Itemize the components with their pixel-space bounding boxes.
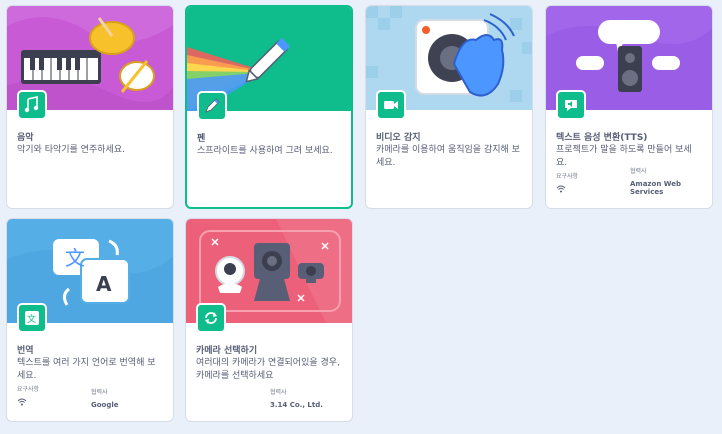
card-title: 텍스트 음성 변환(TTS) [556,133,648,143]
requirements-label: 요구사항 [556,173,579,180]
card-description: 스프라이트를 사용하여 그려 보세요. [197,146,333,156]
requirements: 요구사항 [556,171,578,196]
partner: 협력사 Google [91,387,119,409]
piano-keyboard-icon [21,50,101,84]
partner-label: 협력사 [270,389,287,396]
card-title: 번역 [17,346,34,356]
partner-name: Google [91,401,119,409]
requirements: 요구사항 [17,384,39,409]
badge: 文 [17,303,47,333]
partner: 협력사 Amazon Web Services [630,166,712,196]
badge [556,90,586,120]
badge [197,91,227,121]
glyph-chinese: 文 [65,246,85,270]
wifi-icon [17,398,27,409]
badge [376,90,406,120]
music-notes-icon [24,96,39,113]
card-title: 음악 [17,133,34,143]
partner-label: 협력사 [630,168,647,175]
translate-icon: 文 [25,311,39,325]
card-description: 카메라를 이용하여 움직임을 감지해 보세요. [376,145,520,168]
extension-card-translate[interactable]: 文 A 文 번역 텍스트를 여러 가지 언어로 번역해 보세요. 요구사항 협력… [6,218,174,422]
extension-card-music[interactable]: 음악 악기와 타악기를 연주하세요. [6,5,174,209]
partner-name: 3.14 Co., Ltd. [270,401,323,409]
partner-name: Amazon Web Services [630,180,681,196]
card-description: 텍스트를 여러 가지 언어로 번역해 보세요. [17,358,156,381]
extension-card-camera-select[interactable]: 카메라 선택하기 여러대의 카메라가 연결되어있을 경우, 카메라를 선택하세요… [185,218,353,422]
card-title: 펜 [197,134,206,144]
svg-text:文: 文 [27,313,36,325]
loudspeaker-icon [618,46,642,92]
card-description: 악기와 타악기를 연주하세요. [17,145,125,155]
partner: 협력사 3.14 Co., Ltd. [270,387,323,409]
video-camera-icon [384,101,398,109]
pen-icon [205,98,220,113]
badge [196,303,226,333]
pen-icon [245,38,290,83]
card-title: 비디오 감지 [376,133,421,143]
extension-card-pen[interactable]: 펜 스프라이트를 사용하여 그려 보세요. [185,5,353,209]
wifi-icon [556,185,566,196]
partner-label: 협력사 [91,389,108,396]
glyph-latin: A [96,272,112,296]
card-title: 카메라 선택하기 [196,346,258,356]
camera-switch-icon [205,312,217,324]
badge [17,90,47,120]
extension-card-text-to-speech[interactable]: 텍스트 음성 변환(TTS) 프로젝트가 말을 하도록 만들어 보세요. 요구사… [545,5,713,209]
card-description: 여러대의 카메라가 연결되어있을 경우, 카메라를 선택하세요 [196,358,340,381]
speaker-icon [565,100,577,111]
extension-card-video-sensing[interactable]: 비디오 감지 카메라를 이용하여 움직임을 감지해 보세요. [365,5,533,209]
translate-bubbles-icon: 文 A [53,239,130,306]
requirements-label: 요구사항 [17,386,40,393]
